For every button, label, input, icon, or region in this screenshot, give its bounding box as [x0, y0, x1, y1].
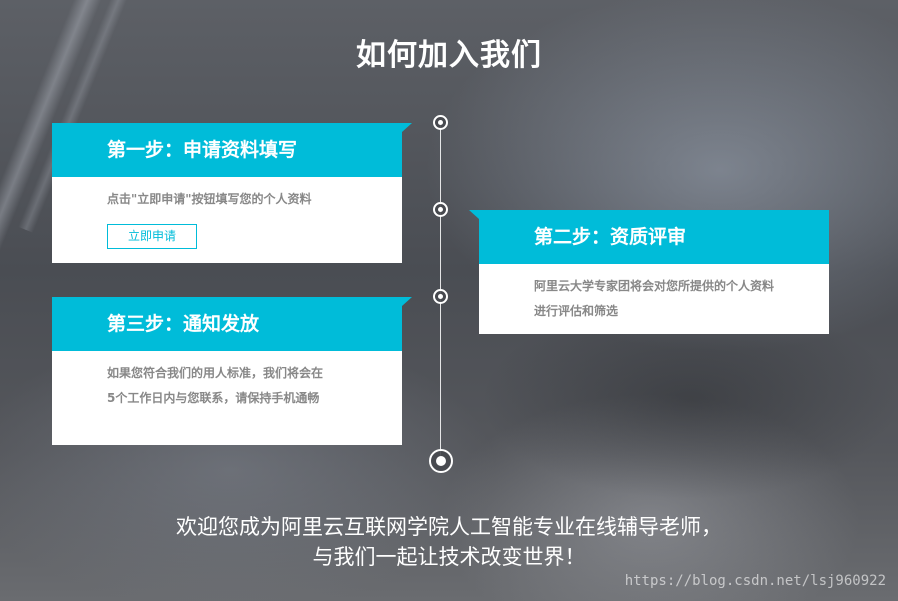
step-card-1: 第一步：申请资料填写 点击"立即申请"按钮填写您的个人资料 立即申请: [52, 123, 412, 263]
step-title: 第一步：申请资料填写: [52, 123, 412, 177]
page-title: 如何加入我们: [356, 38, 542, 73]
timeline-node-icon: [433, 202, 448, 217]
step-description-line: 进行评估和筛选: [534, 304, 619, 318]
step-description: 阿里云大学专家团将会对您所提供的个人资料 进行评估和筛选: [479, 264, 829, 324]
step-description: 点击"立即申请"按钮填写您的个人资料 立即申请: [52, 177, 402, 249]
watermark: https://blog.csdn.net/lsj960922: [624, 573, 886, 589]
step-title: 第三步：通知发放: [52, 297, 412, 351]
step-title: 第二步：资质评审: [469, 210, 829, 264]
timeline-node-icon: [433, 115, 448, 130]
footer-line: 欢迎您成为阿里云互联网学院人工智能专业在线辅导老师，: [176, 515, 722, 539]
step-description-line: 点击"立即申请"按钮填写您的个人资料: [107, 192, 312, 206]
timeline-end-icon: [429, 449, 453, 473]
step-description-line: 阿里云大学专家团将会对您所提供的个人资料: [534, 279, 775, 293]
step-card-3: 第三步：通知发放 如果您符合我们的用人标准，我们将会在 5个工作日内与您联系，请…: [52, 297, 412, 445]
step-description-line: 5个工作日内与您联系，请保持手机通畅: [107, 391, 320, 405]
footer-slogan: 欢迎您成为阿里云互联网学院人工智能专业在线辅导老师， 与我们一起让技术改变世界！: [0, 512, 898, 572]
step-card-2: 第二步：资质评审 阿里云大学专家团将会对您所提供的个人资料 进行评估和筛选: [469, 210, 829, 334]
apply-now-button[interactable]: 立即申请: [107, 224, 197, 249]
step-description: 如果您符合我们的用人标准，我们将会在 5个工作日内与您联系，请保持手机通畅: [52, 351, 402, 411]
step-description-line: 如果您符合我们的用人标准，我们将会在: [107, 366, 324, 380]
timeline-node-icon: [433, 289, 448, 304]
footer-line: 与我们一起让技术改变世界！: [312, 545, 586, 569]
